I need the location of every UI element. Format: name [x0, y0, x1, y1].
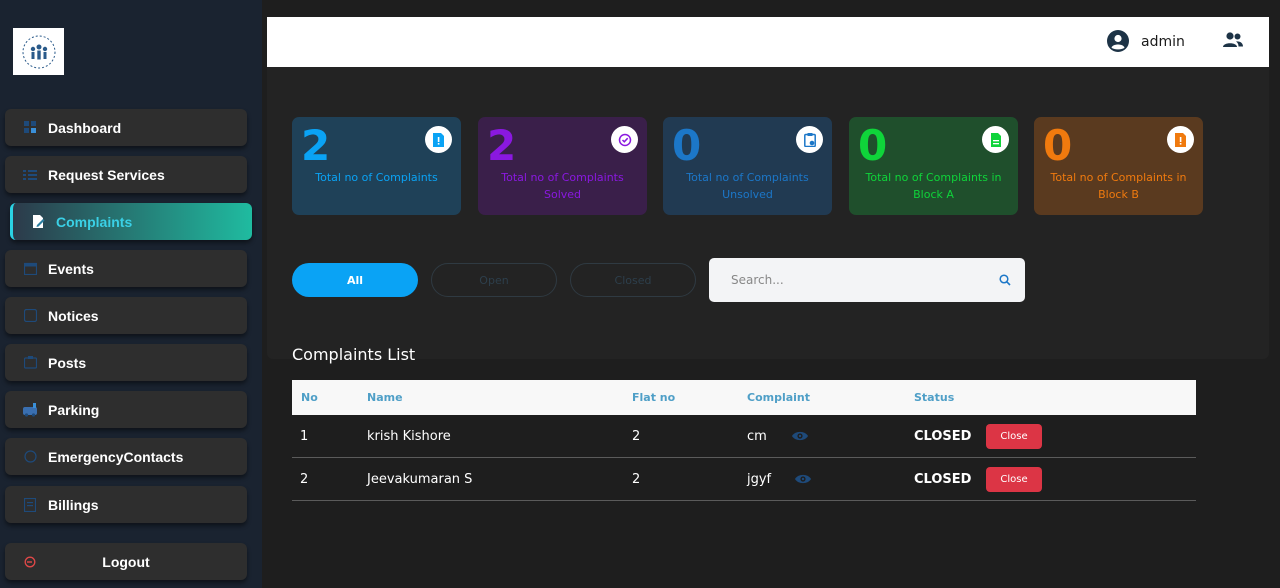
- sidebar-item-complaints[interactable]: Complaints: [10, 203, 252, 240]
- search-input[interactable]: [731, 270, 981, 290]
- bill-icon: [23, 497, 37, 512]
- sidebar-item-label: Events: [48, 260, 94, 277]
- filter-open-button[interactable]: Open: [431, 263, 557, 297]
- status-badge: CLOSED: [914, 429, 972, 444]
- stat-value: 0: [672, 121, 702, 170]
- logout-button[interactable]: Logout: [5, 543, 247, 580]
- table-row: 2 Jeevakumaran S 2 jgyf CLOSED Close: [292, 458, 1196, 501]
- user-name[interactable]: admin: [1141, 34, 1185, 50]
- search-icon[interactable]: [999, 274, 1011, 286]
- logo-icon: [22, 35, 55, 68]
- cell-complaint: cm: [747, 429, 767, 444]
- sidebar-item-label: Posts: [48, 354, 87, 371]
- status-badge: CLOSED: [914, 472, 972, 487]
- cell-no: 2: [300, 472, 309, 487]
- stat-label: Total no of Complaints: [315, 171, 438, 184]
- post-icon: [23, 356, 37, 370]
- table-header: No Name Flat no Complaint Status: [292, 380, 1196, 415]
- stat-value: 0: [858, 121, 888, 170]
- alert-icon: [1167, 126, 1194, 153]
- stat-label: Total no of Complaints in Block A: [865, 171, 1002, 201]
- parking-icon: [23, 402, 37, 417]
- logout-icon: [23, 555, 37, 569]
- users-icon[interactable]: [1222, 31, 1244, 49]
- edit-document-icon: [31, 214, 45, 229]
- filter-all-button[interactable]: All: [292, 263, 418, 297]
- cell-name: Jeevakumaran S: [367, 472, 473, 487]
- document-icon: [982, 126, 1009, 153]
- check-circle-icon: [611, 126, 638, 153]
- list-icon: [23, 168, 37, 182]
- logout-label: Logout: [102, 553, 150, 570]
- stat-label: Total no of Complaints Unsolved: [686, 171, 809, 201]
- sidebar-item-parking[interactable]: Parking: [5, 391, 247, 428]
- stat-card-block-b: 0 Total no of Complaints in Block B: [1034, 117, 1203, 215]
- cell-flat: 2: [632, 429, 641, 444]
- sidebar-item-events[interactable]: Events: [5, 250, 247, 287]
- sidebar-item-label: Request Services: [48, 166, 165, 183]
- top-header: admin: [267, 17, 1269, 67]
- clipboard-icon: [796, 126, 823, 153]
- search-box: [709, 258, 1025, 302]
- complaints-list-title: Complaints List: [292, 345, 416, 364]
- cell-complaint: jgyf: [747, 472, 772, 487]
- sidebar-item-label: Complaints: [56, 213, 133, 230]
- sidebar-item-label: Notices: [48, 307, 99, 324]
- complaints-table: No Name Flat no Complaint Status 1 krish…: [292, 380, 1196, 501]
- calendar-icon: [23, 262, 37, 276]
- column-header-name: Name: [367, 391, 403, 404]
- sidebar-item-billings[interactable]: Billings: [5, 486, 247, 523]
- table-row: 1 krish Kishore 2 cm CLOSED Close: [292, 415, 1196, 458]
- column-header-no: No: [301, 391, 318, 404]
- eye-icon[interactable]: [791, 430, 809, 442]
- close-complaint-button[interactable]: Close: [986, 467, 1042, 492]
- sidebar-item-label: Parking: [48, 401, 100, 418]
- stat-card-total: 2 Total no of Complaints: [292, 117, 461, 215]
- sidebar-item-notices[interactable]: Notices: [5, 297, 247, 334]
- notice-icon: [23, 309, 37, 323]
- sidebar-item-emergency-contacts[interactable]: EmergencyContacts: [5, 438, 247, 475]
- sidebar-item-label: Billings: [48, 496, 99, 513]
- user-circle-icon[interactable]: [1107, 30, 1129, 52]
- column-header-status: Status: [914, 391, 955, 404]
- filter-closed-button[interactable]: Closed: [570, 263, 696, 297]
- community-logo[interactable]: [13, 28, 64, 75]
- sidebar-item-dashboard[interactable]: Dashboard: [5, 109, 247, 146]
- stat-card-unsolved: 0 Total no of Complaints Unsolved: [663, 117, 832, 215]
- stat-value: 0: [1043, 121, 1073, 170]
- dashboard-icon: [23, 121, 37, 135]
- alert-icon: [425, 126, 452, 153]
- stat-value: 2: [301, 121, 331, 170]
- stat-card-solved: 2 Total no of Complaints Solved: [478, 117, 647, 215]
- sidebar-item-request-services[interactable]: Request Services: [5, 156, 247, 193]
- eye-icon[interactable]: [794, 473, 812, 485]
- stat-label: Total no of Complaints in Block B: [1050, 171, 1187, 201]
- sidebar-item-posts[interactable]: Posts: [5, 344, 247, 381]
- column-header-complaint: Complaint: [747, 391, 811, 404]
- sidebar-item-label: Dashboard: [48, 119, 122, 136]
- stat-value: 2: [487, 121, 517, 170]
- sidebar-item-label: EmergencyContacts: [48, 448, 184, 465]
- cell-no: 1: [300, 429, 309, 444]
- stat-label: Total no of Complaints Solved: [501, 171, 624, 201]
- close-complaint-button[interactable]: Close: [986, 424, 1042, 449]
- column-header-flat: Flat no: [632, 391, 676, 404]
- phone-icon: [23, 450, 37, 464]
- cell-flat: 2: [632, 472, 641, 487]
- stat-card-block-a: 0 Total no of Complaints in Block A: [849, 117, 1018, 215]
- cell-name: krish Kishore: [367, 429, 451, 444]
